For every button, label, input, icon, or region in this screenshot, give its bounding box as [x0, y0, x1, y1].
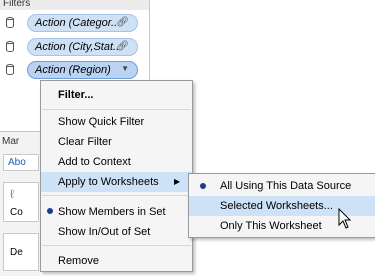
menu-item-label: Apply to Worksheets — [58, 176, 159, 188]
filter-row-city-state: Action (City,Stat.. 🔗︎ — [0, 37, 149, 57]
filter-context-menu: Filter... Show Quick Filter Clear Filter… — [40, 80, 193, 272]
selected-radio-icon — [200, 183, 206, 189]
pointer-cursor-icon — [338, 208, 352, 229]
marks-type-label: Abo — [8, 157, 26, 168]
data-source-icon — [6, 64, 14, 75]
menu-item-show-quick-filter[interactable]: Show Quick Filter — [41, 112, 192, 132]
menu-separator — [42, 109, 191, 110]
menu-item-add-to-context[interactable]: Add to Context — [41, 152, 192, 172]
menu-item-show-in-out-of-set[interactable]: Show In/Out of Set — [41, 222, 192, 242]
menu-item-label: Show In/Out of Set — [58, 226, 151, 238]
data-source-icon — [6, 17, 14, 28]
menu-item-label: Show Quick Filter — [58, 116, 145, 128]
submenu-item-label: All Using This Data Source — [220, 180, 352, 192]
filter-pill-label: Action (Region) — [35, 64, 111, 76]
filter-pill-action-category[interactable]: Action (Categor.. 🔗︎ — [27, 14, 138, 32]
link-icon: 🔗︎ — [116, 41, 129, 52]
menu-item-label: Filter... — [58, 89, 94, 101]
menu-item-label: Show Members in Set — [58, 206, 166, 218]
data-source-icon — [6, 41, 14, 52]
menu-item-label: Remove — [58, 255, 99, 267]
filter-pill-action-city-state[interactable]: Action (City,Stat.. 🔗︎ — [27, 38, 138, 56]
submenu-arrow-icon: ▶ — [174, 177, 181, 186]
menu-separator — [42, 245, 191, 246]
marks-detail-card[interactable]: De — [3, 233, 39, 271]
marks-panel: Mar Abo ℓ Co De — [0, 131, 40, 276]
menu-item-filter[interactable]: Filter... — [41, 85, 192, 105]
submenu-item-label: Selected Worksheets... — [220, 200, 333, 212]
menu-item-apply-to-worksheets[interactable]: Apply to Worksheets ▶ — [41, 172, 192, 192]
marks-title: Mar — [2, 136, 20, 147]
filter-row-category: Action (Categor.. 🔗︎ — [0, 13, 149, 33]
marks-type-dropdown[interactable]: Abo — [3, 154, 39, 171]
submenu-item-all-using-data-source[interactable]: All Using This Data Source — [189, 176, 375, 196]
filter-row-region: Action (Region) ▼ — [0, 60, 149, 80]
selected-radio-icon — [47, 208, 53, 214]
menu-item-label: Add to Context — [58, 156, 131, 168]
marks-color-card[interactable]: ℓ Co — [3, 182, 39, 222]
menu-item-label: Clear Filter — [58, 136, 112, 148]
menu-item-remove[interactable]: Remove — [41, 251, 192, 271]
filters-title: Filters — [3, 0, 31, 9]
menu-item-show-members-in-set[interactable]: Show Members in Set — [41, 202, 192, 222]
filter-pill-action-region[interactable]: Action (Region) ▼ — [27, 61, 138, 79]
submenu-item-label: Only This Worksheet — [220, 220, 322, 232]
menu-item-clear-filter[interactable]: Clear Filter — [41, 132, 192, 152]
menu-separator — [42, 195, 191, 196]
chevron-down-icon[interactable]: ▼ — [121, 64, 129, 73]
filter-pill-label: Action (Categor.. — [35, 17, 118, 29]
color-icon: ℓ — [10, 187, 14, 201]
link-icon: 🔗︎ — [116, 17, 129, 28]
marks-card-label: Co — [10, 207, 23, 218]
filters-header: Filters — [0, 0, 149, 10]
filter-pill-label: Action (City,Stat.. — [35, 41, 120, 53]
marks-card-label: De — [10, 247, 23, 258]
